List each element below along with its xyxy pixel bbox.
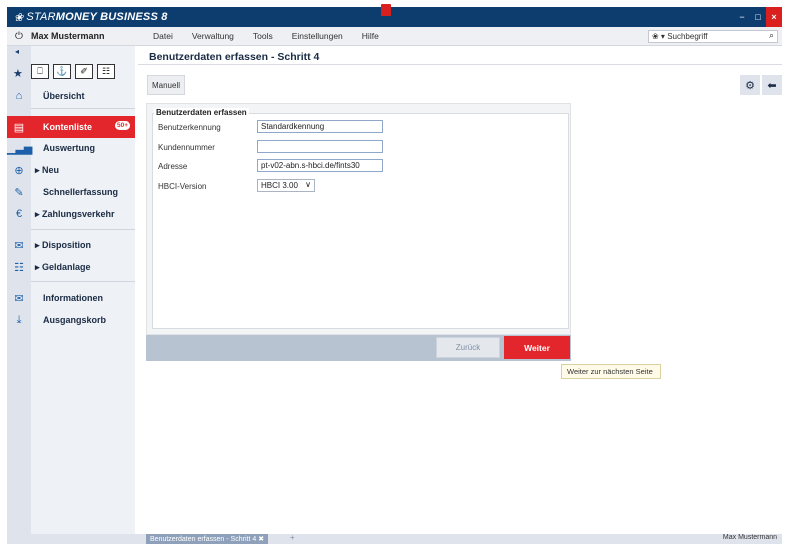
sidebar-item-geldanlage[interactable]: ☷ ▸ Geldanlage <box>7 256 135 278</box>
sidebar-item-disposition[interactable]: ✉ ▸ Disposition <box>7 234 135 256</box>
hbci-version-select[interactable]: HBCI 3.00 ∨ <box>257 179 315 192</box>
search-input[interactable]: ❀ ▾ Suchbegriff ⌕ <box>648 30 778 43</box>
next-button[interactable]: Weiter <box>504 336 570 359</box>
chevron-down-icon: ∨ <box>305 180 311 189</box>
accounts-tool-icon[interactable]: ⚓ <box>53 64 71 79</box>
maximize-button[interactable]: □ <box>750 7 766 27</box>
adresse-input[interactable]: pt-v02-abn.s-hbci.de/fints30 <box>257 159 383 172</box>
sidebar-item-informationen[interactable]: ✉ Informationen <box>7 287 135 309</box>
transfer-tool-icon[interactable]: ⎕ <box>31 64 49 79</box>
sparkasse-icon <box>381 4 391 16</box>
app-logo: ❀ STAR MONEY BUSINESS 8 <box>7 11 168 24</box>
sidebar-item-uebersicht[interactable]: ⌂ Übersicht <box>7 85 135 107</box>
title-bar: ❀ STAR MONEY BUSINESS 8 − □ × <box>7 7 782 27</box>
sidebar-item-label: Auswertung <box>43 143 96 153</box>
status-bar <box>7 534 782 544</box>
sidebar-item-label: Schnellerfassung <box>43 187 119 197</box>
count-badge: 50+ <box>114 121 130 130</box>
menu-hilfe[interactable]: Hilfe <box>362 31 379 41</box>
collapse-sidebar-icon[interactable]: ◂ <box>7 47 135 61</box>
user-name: Max Mustermann <box>31 31 105 41</box>
benutzerkennung-label: Benutzerkennung <box>158 123 221 132</box>
quick-entry-icon: ✎ <box>14 186 24 199</box>
sidebar-item-label: Informationen <box>43 293 103 303</box>
menu-verwaltung[interactable]: Verwaltung <box>192 31 234 41</box>
new-tab-icon[interactable]: + <box>290 533 295 542</box>
sidebar-item-kontenliste[interactable]: ▤ Kontenliste 50+ <box>7 116 135 138</box>
sidebar-item-schnellerfassung[interactable]: ✎ Schnellerfassung <box>7 181 135 203</box>
back-arrow-icon[interactable]: ⬅ <box>762 75 782 95</box>
outbox-icon: ⤓ <box>16 313 22 326</box>
close-button[interactable]: × <box>766 7 782 27</box>
sidebar-item-neu[interactable]: ⊕ ▸ Neu <box>7 159 135 181</box>
app-title-prefix: STAR <box>26 11 56 23</box>
fieldset-legend: Benutzerdaten erfassen <box>154 108 249 117</box>
home-icon: ⌂ <box>15 90 23 102</box>
favorites-star-icon[interactable]: ★ <box>13 67 23 80</box>
investment-icon: ☷ <box>14 261 24 274</box>
menu-datei[interactable]: Datei <box>153 31 173 41</box>
hbci-version-value: HBCI 3.00 <box>261 181 298 190</box>
tab-close-icon[interactable]: ✖ <box>258 535 264 543</box>
menu-tools[interactable]: Tools <box>253 31 273 41</box>
back-button[interactable]: Zurück <box>436 337 500 358</box>
search-placeholder: Suchbegriff <box>667 32 708 41</box>
menu-bar: ⏻ Max Mustermann Datei Verwaltung Tools … <box>7 27 782 46</box>
sidebar-item-label: ▸ Geldanlage <box>35 261 91 272</box>
power-icon[interactable]: ⏻ <box>7 31 31 42</box>
hbci-version-label: HBCI-Version <box>158 182 207 191</box>
sidebar-item-label: Ausgangskorb <box>43 315 107 325</box>
new-icon: ⊕ <box>14 164 24 177</box>
sidebar-item-auswertung[interactable]: ▁▃▅ Auswertung <box>7 137 135 159</box>
sidebar-item-label: Übersicht <box>43 91 85 101</box>
kundennummer-input[interactable] <box>257 140 383 153</box>
next-tooltip: Weiter zur nächsten Seite <box>561 364 661 379</box>
sidebar-item-zahlungsverkehr[interactable]: € ▸ Zahlungsverkehr <box>7 203 135 225</box>
kundennummer-label: Kundennummer <box>158 143 215 152</box>
sidebar-toolbar: ⎕ ⚓ ✐ ☷ <box>31 64 115 79</box>
euro-icon: € <box>15 208 23 220</box>
search-scope-icon[interactable]: ❀ ▾ <box>652 32 665 41</box>
disposition-icon: ✉ <box>14 239 24 252</box>
sidebar-item-label: Kontenliste <box>43 122 93 132</box>
starmoney-logo-icon: ❀ <box>14 11 24 24</box>
minimize-button[interactable]: − <box>734 7 750 27</box>
sidebar-item-label: ▸ Disposition <box>35 239 92 250</box>
benutzerkennung-input[interactable]: Standardkennung <box>257 120 383 133</box>
account-list-icon: ▤ <box>7 120 31 134</box>
sidebar-item-ausgangskorb[interactable]: ⤓ Ausgangskorb <box>7 309 135 331</box>
mail-icon: ✉ <box>14 292 24 305</box>
app-title-bold: MONEY BUSINESS 8 <box>55 11 168 23</box>
calculator-tool-icon[interactable]: ☷ <box>97 64 115 79</box>
open-tab-label: Benutzerdaten erfassen - Schritt 4 <box>150 535 257 543</box>
search-icon[interactable]: ⌕ <box>769 30 774 41</box>
open-tab[interactable]: Benutzerdaten erfassen - Schritt 4 ✖ <box>146 534 269 544</box>
page-title: Benutzerdaten erfassen - Schritt 4 <box>149 51 320 63</box>
adresse-label: Adresse <box>158 162 188 171</box>
sidebar-item-label: ▸ Zahlungsverkehr <box>35 208 115 219</box>
settings-icon[interactable]: ⚙ <box>740 75 760 95</box>
sidebar-item-label: ▸ Neu <box>35 164 60 175</box>
status-user: Max Mustermann <box>722 534 777 541</box>
chart-tool-icon[interactable]: ✐ <box>75 64 93 79</box>
bar-chart-icon: ▁▃▅ <box>7 142 33 155</box>
menu-einstellungen[interactable]: Einstellungen <box>292 31 343 41</box>
manuell-button[interactable]: Manuell <box>147 75 185 95</box>
